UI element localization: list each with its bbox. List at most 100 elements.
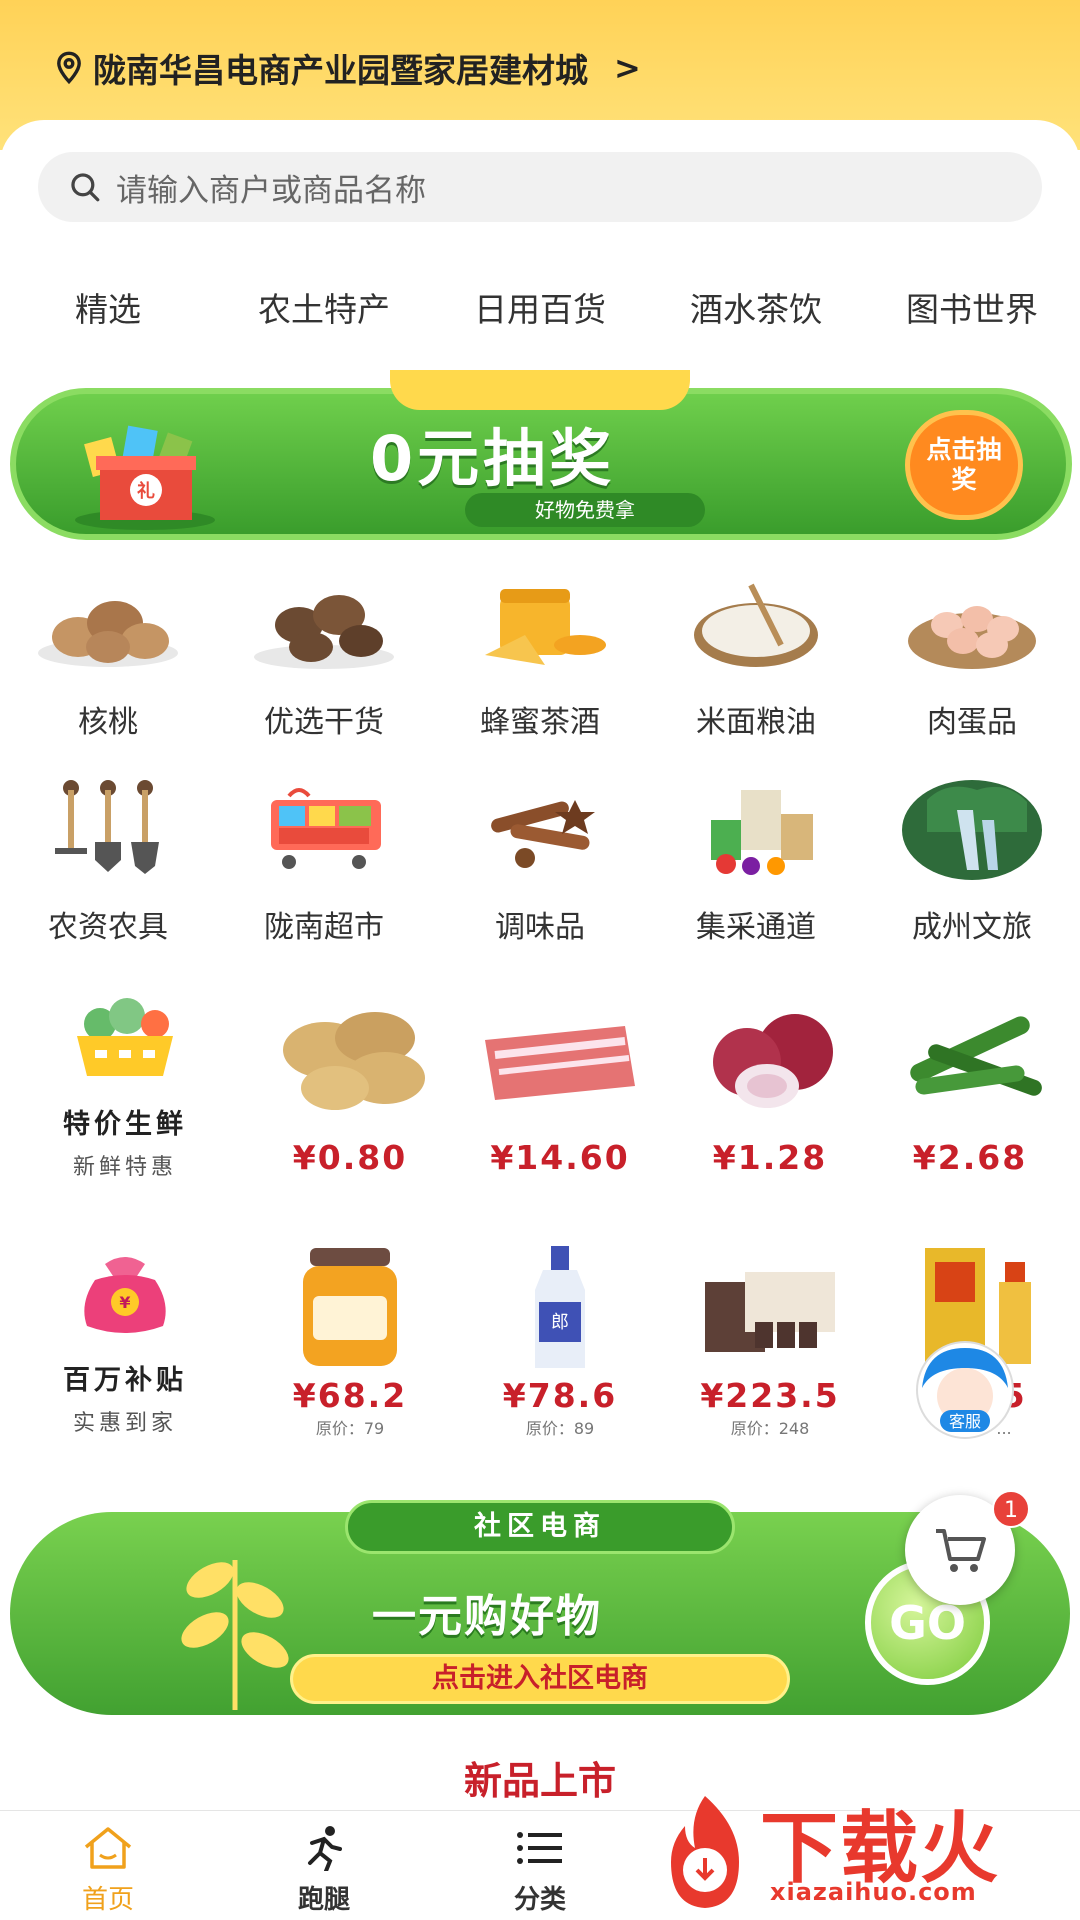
category-dried-goods[interactable]: 优选干货: [216, 575, 432, 741]
walnut-icon: [38, 601, 178, 667]
category-farm-tools[interactable]: 农资农具: [0, 780, 216, 946]
spices-icon: [491, 800, 595, 868]
price: ¥14.60: [490, 1138, 630, 1177]
groceries-icon: [711, 790, 813, 875]
eggs-icon: [908, 606, 1036, 669]
price: ¥0.80: [292, 1138, 408, 1177]
category-label: 肉蛋品: [927, 705, 1017, 740]
honey-icon: [485, 589, 606, 665]
tab-drinks[interactable]: 酒水茶饮: [648, 280, 864, 340]
app-page: 陇南华昌电商产业园暨家居建材城 > 请输入商户或商品名称 精选 农土特产 日用百…: [0, 0, 1080, 1920]
category-tabs: 精选 农土特产 日用百货 酒水茶饮 图书世界: [0, 280, 1080, 340]
search-bar[interactable]: 请输入商户或商品名称: [38, 152, 1042, 222]
mushroom-icon: [254, 595, 394, 669]
fresh-deal-header: 特价生鲜 新鲜特惠: [30, 994, 220, 1181]
category-seasoning[interactable]: 调味品: [432, 780, 648, 946]
original-price: 原价：248: [730, 1419, 810, 1438]
gift-label: 礼: [137, 480, 155, 502]
location-selector[interactable]: 陇南华昌电商产业园暨家居建材城 >: [55, 44, 641, 92]
community-enter-button[interactable]: 点击进入社区电商: [290, 1654, 790, 1704]
lottery-button[interactable]: 点击抽奖: [905, 410, 1023, 520]
vegetable-basket-icon: [77, 998, 173, 1076]
onion-image: [713, 1014, 833, 1108]
category-label: 陇南超市: [264, 910, 384, 945]
lottery-banner[interactable]: 礼 0元抽奖 好物免费拿 点击抽奖: [10, 370, 1072, 540]
customer-service-button[interactable]: 客服: [900, 1338, 1030, 1443]
runner-icon: [308, 1826, 342, 1873]
category-label: 成州文旅: [912, 910, 1032, 945]
tab-local-products[interactable]: 农土特产: [216, 280, 432, 340]
subsidy-deal-header: ¥ 百万补贴 实惠到家: [30, 1250, 220, 1437]
lottery-top-cap: [390, 370, 690, 410]
original-price: 原价：79: [315, 1419, 385, 1438]
customer-service-icon: 客服: [916, 1341, 1014, 1439]
fresh-item-onion[interactable]: ¥1.28: [670, 1000, 870, 1177]
tea-set-image: [705, 1272, 835, 1352]
category-label: 调味品: [495, 910, 585, 945]
subsidy-item-honey[interactable]: ¥68.2 原价：79: [250, 1242, 450, 1439]
home-icon: [84, 1827, 132, 1869]
flame-logo-icon: [671, 1796, 739, 1908]
community-pill: 社区电商: [345, 1500, 735, 1554]
location-pin-icon: [57, 51, 81, 85]
nav-home[interactable]: 首页: [0, 1811, 216, 1920]
category-label: 蜂蜜茶酒: [480, 705, 600, 740]
nav-label: 跑腿: [297, 1885, 350, 1915]
price: ¥68.2: [292, 1376, 408, 1415]
liquor-bottle-image: 郎: [535, 1246, 585, 1368]
subsidy-deal-title: 百万补贴: [63, 1365, 187, 1396]
original-price: 原价：89: [525, 1419, 595, 1438]
category-honey-tea-wine[interactable]: 蜂蜜茶酒: [432, 575, 648, 741]
shopping-cart-gifts-icon: [271, 788, 381, 869]
category-bulk-purchase[interactable]: 集采通道: [648, 780, 864, 946]
nav-label: 分类: [513, 1885, 566, 1915]
nav-category[interactable]: 分类: [432, 1811, 648, 1920]
price: ¥78.6: [502, 1376, 618, 1415]
category-label: 优选干货: [264, 705, 384, 740]
customer-service-label: 客服: [949, 1412, 981, 1431]
cucumber-image: [910, 1016, 1042, 1096]
location-text: 陇南华昌电商产业园暨家居建材城: [93, 51, 588, 90]
tab-daily-goods[interactable]: 日用百货: [432, 280, 648, 340]
honey-jar-image: [303, 1248, 397, 1366]
category-grid-row-2: 农资农具 陇南超市 调味品 集采通道 成州文旅: [0, 780, 1080, 946]
tab-featured[interactable]: 精选: [0, 280, 216, 340]
tab-books[interactable]: 图书世界: [864, 280, 1080, 340]
search-placeholder: 请输入商户或商品名称: [116, 172, 426, 209]
nav-errand[interactable]: 跑腿: [216, 1811, 432, 1920]
category-walnut[interactable]: 核桃: [0, 575, 216, 741]
chevron-right-icon: >: [614, 49, 641, 87]
category-supermarket[interactable]: 陇南超市: [216, 780, 432, 946]
fresh-deal-section[interactable]: 特价生鲜 新鲜特惠 ¥0.80 ¥14.60 ¥1.28 ¥2.68: [0, 980, 1080, 1180]
category-label: 米面粮油: [696, 705, 816, 740]
lottery-title: 0元抽奖: [370, 422, 616, 495]
gift-box-icon: 礼: [75, 425, 215, 530]
category-label: 农资农具: [48, 910, 168, 945]
nav-label: 首页: [81, 1885, 134, 1915]
rice-icon: [694, 583, 818, 667]
fresh-deal-title: 特价生鲜: [63, 1109, 187, 1140]
category-label: 集采通道: [696, 910, 816, 945]
subsidy-item-tea[interactable]: ¥223.5 原价：248: [670, 1242, 870, 1439]
watermark-url: xiazaihuo.com: [770, 1878, 977, 1906]
bottle-label: 郎: [551, 1312, 569, 1333]
farm-tools-icon: [55, 780, 159, 874]
community-title: 一元购好物: [372, 1591, 602, 1642]
potato-image: [283, 1012, 425, 1110]
cart-count-badge: 1: [992, 1490, 1030, 1528]
subsidy-item-liquor[interactable]: 郎 ¥78.6 原价：89: [460, 1242, 660, 1439]
list-icon: [517, 1832, 562, 1864]
category-grid-row-1: 核桃 优选干货 蜂蜜茶酒 米面粮油 肉蛋品: [0, 575, 1080, 741]
fresh-deal-subtitle: 新鲜特惠: [72, 1155, 177, 1180]
fresh-item-meat[interactable]: ¥14.60: [460, 1000, 660, 1177]
watermark: 下载火 xiazaihuo.com: [640, 1780, 1080, 1920]
leaf-icon: [181, 1560, 289, 1710]
category-tourism[interactable]: 成州文旅: [864, 780, 1080, 946]
subsidy-deal-subtitle: 实惠到家: [72, 1411, 177, 1436]
fresh-item-potato[interactable]: ¥0.80: [250, 1000, 450, 1177]
fresh-item-cucumber[interactable]: ¥2.68: [870, 1000, 1070, 1177]
category-grain-oil[interactable]: 米面粮油: [648, 575, 864, 741]
cart-icon: [936, 1529, 986, 1572]
price: ¥223.5: [700, 1376, 840, 1415]
category-meat-eggs[interactable]: 肉蛋品: [864, 575, 1080, 741]
